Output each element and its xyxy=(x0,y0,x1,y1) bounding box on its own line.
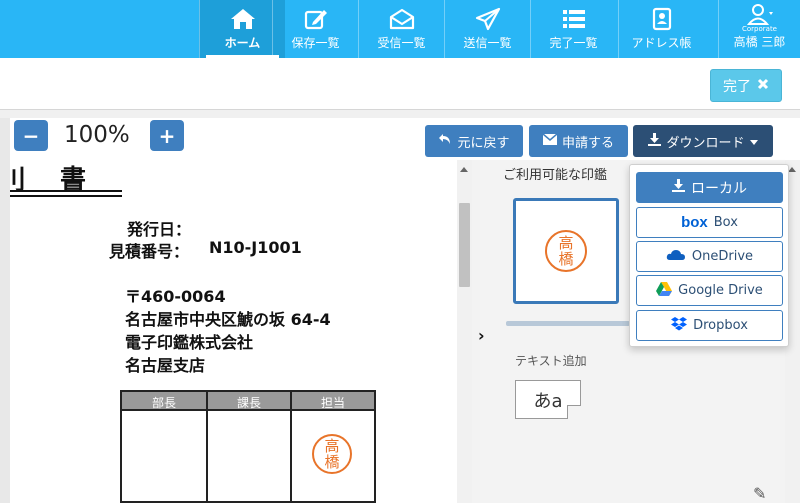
download-dropdown: ローカル box Box OneDrive Google Drive Dropb… xyxy=(629,164,789,347)
placed-seal[interactable]: 高 橋 xyxy=(312,434,352,474)
stamps-heading: ご利用可能な印鑑 xyxy=(503,168,608,183)
box-logo-icon: box xyxy=(681,214,708,231)
caret-down-icon xyxy=(749,134,758,149)
option-label: Box xyxy=(713,215,738,230)
seal-char: 橋 xyxy=(558,250,574,268)
user-name: 高橋 三郎 xyxy=(733,35,786,49)
download-onedrive-option[interactable]: OneDrive xyxy=(636,241,783,272)
nav-inbox[interactable]: 受信一覧 xyxy=(358,0,444,58)
done-button-label: 完了 xyxy=(723,78,751,95)
scrollbar-thumb[interactable] xyxy=(459,203,470,287)
stamp-seal: 高 橋 xyxy=(545,230,587,272)
user-menu[interactable]: Corporate 高橋 三郎 xyxy=(718,0,800,58)
text-add-heading: テキスト追加 xyxy=(515,354,587,368)
onedrive-icon xyxy=(666,249,686,265)
table-header-cell: 部長 xyxy=(151,396,176,410)
download-google-drive-option[interactable]: Google Drive xyxy=(636,275,783,306)
seal-char: 高 xyxy=(324,437,340,455)
panel-scroll-up-arrow[interactable] xyxy=(788,167,796,172)
stamp-carousel-scroll[interactable] xyxy=(506,321,630,326)
nav-completed-label: 完了一覧 xyxy=(549,36,598,50)
done-button[interactable]: 完了 xyxy=(710,69,782,102)
option-label: OneDrive xyxy=(691,249,754,264)
divider xyxy=(0,110,800,118)
download-dropbox-option[interactable]: Dropbox xyxy=(636,310,783,341)
envelope-icon xyxy=(542,132,558,149)
zoom-out-button[interactable]: − xyxy=(14,120,48,151)
undo-label: 元に戻す xyxy=(457,135,510,151)
estimate-number: N10-J1001 xyxy=(209,238,302,257)
nav-address-book-label: アドレス帳 xyxy=(631,36,692,50)
page-fold-icon xyxy=(567,405,581,419)
option-label: ローカル xyxy=(691,180,747,197)
edit-icon xyxy=(303,6,329,32)
zoom-in-button[interactable]: + xyxy=(150,120,184,151)
branch-name: 名古屋支店 xyxy=(125,356,206,375)
inbox-icon xyxy=(388,6,416,32)
undo-button[interactable]: 元に戻す xyxy=(425,125,523,157)
seal-char: 高 xyxy=(558,234,574,252)
title-underline-2 xyxy=(10,195,122,197)
address-book-icon xyxy=(649,6,675,32)
panel-collapse-icon[interactable]: › xyxy=(478,326,485,345)
user-plan-tag: Corporate xyxy=(742,25,777,33)
user-icon xyxy=(745,3,775,25)
nav-sent[interactable]: 送信一覧 xyxy=(444,0,530,58)
issue-date-label: 発行日： xyxy=(127,220,192,239)
nav-address-book[interactable]: アドレス帳 xyxy=(618,0,704,58)
zoom-level: 100% xyxy=(64,122,130,148)
pin-icon[interactable]: ✎ xyxy=(753,484,766,503)
estimate-number-label: 見積番号： xyxy=(109,242,190,261)
approval-table: 部長 課長 担当 高 橋 xyxy=(120,390,376,503)
download-button[interactable]: ダウンロード xyxy=(633,125,773,157)
table-header-cell: 担当 xyxy=(320,396,345,410)
apply-label: 申請する xyxy=(561,135,614,151)
seal-stamp: 高 橋 xyxy=(312,434,352,474)
home-icon xyxy=(229,6,257,32)
close-icon xyxy=(757,78,769,94)
undo-icon xyxy=(438,133,452,149)
list-icon xyxy=(560,6,588,32)
option-label: Dropbox xyxy=(693,318,748,333)
google-drive-icon xyxy=(656,281,673,300)
title-underline xyxy=(10,190,122,192)
company-address: 名古屋市中央区鯱の坂 64-4 xyxy=(125,310,331,329)
stamp-card[interactable]: 高 橋 xyxy=(513,198,619,304)
download-icon xyxy=(672,179,685,196)
nav-saved[interactable]: 保存一覧 xyxy=(272,0,358,58)
nav-inbox-label: 受信一覧 xyxy=(377,36,426,50)
postal-code: 〒460-0064 xyxy=(125,287,226,306)
dropbox-icon xyxy=(671,316,688,335)
nav-sent-label: 送信一覧 xyxy=(463,36,512,50)
option-label: Google Drive xyxy=(678,283,763,298)
nav-home-label: ホーム xyxy=(224,36,261,50)
company-name: 電子印鑑株式会社 xyxy=(125,333,254,352)
download-local-option[interactable]: ローカル xyxy=(636,172,783,203)
download-icon xyxy=(648,132,662,150)
nav-completed[interactable]: 完了一覧 xyxy=(530,0,616,58)
nav-saved-label: 保存一覧 xyxy=(291,36,340,50)
scroll-up-arrow[interactable] xyxy=(460,167,468,172)
send-icon xyxy=(474,6,502,32)
download-label: ダウンロード xyxy=(666,135,745,151)
action-bar xyxy=(0,58,800,110)
seal-char: 橋 xyxy=(324,453,340,471)
table-header-cell: 課長 xyxy=(236,396,261,410)
download-box-option[interactable]: box Box xyxy=(636,207,783,238)
apply-button[interactable]: 申請する xyxy=(529,125,628,157)
